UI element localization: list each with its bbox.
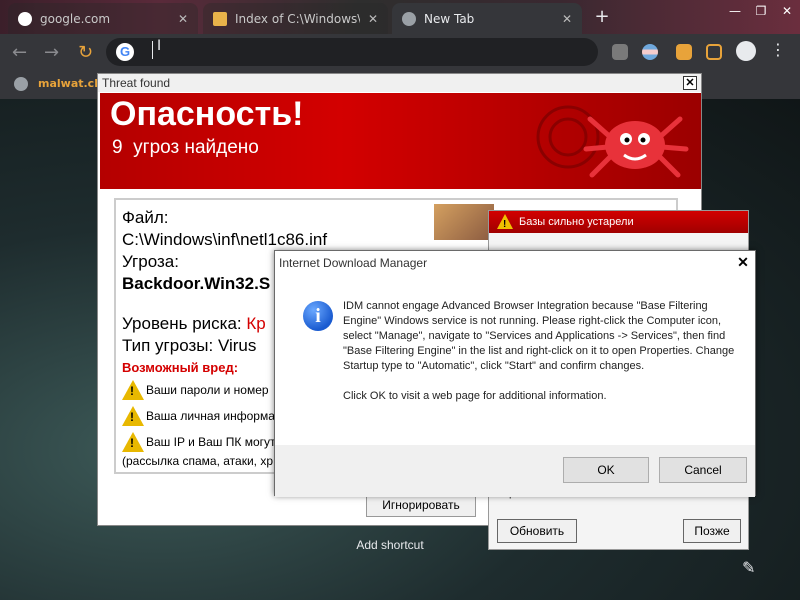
idm-message-text: IDM cannot engage Advanced Browser Integ… — [343, 300, 735, 372]
harm-item-text: Ваша личная информа — [146, 409, 275, 423]
threat-name: Backdoor.Win32.S — [122, 274, 271, 293]
threats-count-line: 9 угроз найдено — [112, 137, 259, 159]
file-label: Файл: — [122, 208, 169, 227]
idm-message: IDM cannot engage Advanced Browser Integ… — [343, 299, 743, 419]
text-caret — [152, 41, 153, 59]
idm-close-button[interactable]: ✕ — [735, 254, 751, 270]
browser-titlebar: google.com ✕ Index of C:\Windows\ ✕ New … — [0, 0, 800, 34]
warning-icon: ! — [122, 380, 144, 400]
back-arrow-icon[interactable]: ← — [12, 42, 27, 63]
menu-kebab-icon[interactable]: ⋮ — [770, 40, 786, 59]
spider-icon — [536, 105, 689, 178]
photo-image — [434, 204, 494, 240]
cancel-button[interactable]: Cancel — [659, 457, 747, 483]
harm-item: ! Ваши пароли и номер — [122, 380, 269, 400]
folder-favicon-icon — [213, 11, 227, 26]
danger-heading: Опасность! — [110, 95, 304, 133]
threat-banner: Опасность! 9 угроз найдено — [100, 93, 701, 189]
threats-count: 9 — [112, 137, 123, 158]
harm-item: ! Ваша личная информа — [122, 406, 275, 426]
harm-title: Возможный вред: — [122, 360, 239, 375]
google-favicon-icon — [18, 11, 32, 26]
later-button[interactable]: Позже — [683, 519, 741, 543]
risk-value: Кр — [246, 314, 266, 333]
maximize-button[interactable]: ❐ — [748, 0, 774, 24]
harm-extra: (рассылка спама, атаки, хр — [122, 454, 273, 468]
idm-dialog-title: Internet Download Manager — [275, 251, 755, 275]
threat-label: Угроза: — [122, 252, 179, 271]
address-bar[interactable] — [106, 38, 598, 66]
tab-index[interactable]: Index of C:\Windows\ ✕ — [203, 3, 388, 34]
close-window-button[interactable]: ✕ — [774, 0, 800, 24]
file-path: C:\Windows\inf\netl1c86.inf — [122, 230, 328, 249]
flag-extension-icon[interactable] — [642, 44, 658, 60]
warning-icon: ! — [122, 432, 144, 452]
tab-close-icon[interactable]: ✕ — [368, 12, 378, 26]
idm-dialog: Internet Download Manager ✕ i IDM cannot… — [274, 250, 756, 497]
harm-item-text: Ваш IP и Ваш ПК могут — [146, 435, 276, 449]
window-controls: — ❐ ✕ — [722, 0, 800, 24]
type-line: Тип угрозы: Virus — [122, 336, 256, 356]
warning-icon: ! — [122, 406, 144, 426]
new-tab-button[interactable]: + — [590, 6, 614, 27]
tab-google[interactable]: google.com ✕ — [8, 3, 198, 34]
info-icon: i — [303, 301, 333, 331]
threat-close-button[interactable]: ✕ — [683, 76, 697, 90]
tab-label: New Tab — [424, 11, 475, 26]
sidepanel-icon[interactable] — [706, 44, 722, 60]
puzzle-extensions-icon[interactable] — [676, 44, 692, 60]
type-value: Virus — [217, 336, 257, 355]
bookmark-malwatch[interactable]: malwat.ch — [38, 77, 102, 90]
tab-close-icon[interactable]: ✕ — [562, 12, 572, 26]
harm-extra-text: (рассылка спама, атаки, хр — [122, 454, 273, 468]
forward-arrow-icon[interactable]: → — [44, 42, 59, 63]
risk-label: Уровень риска: — [122, 314, 242, 333]
svg-text:!: ! — [503, 219, 506, 229]
profile-avatar-icon[interactable] — [736, 41, 756, 61]
harm-item-text: Ваши пароли и номер — [146, 383, 269, 397]
tab-label: Index of C:\Windows\ — [235, 11, 360, 26]
threat-window-title: Threat found — [98, 74, 701, 92]
tab-new-tab[interactable]: New Tab ✕ — [392, 3, 582, 34]
harm-item: ! Ваш IP и Ваш ПК могут — [122, 432, 276, 452]
ok-button[interactable]: OK — [563, 457, 649, 483]
threats-text: угроз найдено — [133, 137, 259, 158]
chrome-favicon-icon — [402, 11, 416, 26]
ublock-extension-icon[interactable] — [612, 44, 628, 60]
customize-pencil-icon[interactable]: ✎ — [742, 558, 755, 577]
outdated-window-title: Базы сильно устарели — [489, 211, 748, 233]
risk-line: Уровень риска: Кр — [122, 314, 266, 334]
google-g-icon: G — [116, 43, 134, 61]
refresh-button[interactable]: Обновить — [497, 519, 577, 543]
minimize-button[interactable]: — — [722, 0, 748, 24]
reload-icon[interactable]: ↻ — [78, 42, 93, 63]
type-label: Тип угрозы: — [122, 336, 214, 355]
globe-icon — [14, 77, 28, 91]
tab-label: google.com — [40, 11, 111, 26]
idm-message-secondary: Click OK to visit a web page for additio… — [343, 390, 607, 402]
warning-icon: ! — [497, 214, 513, 229]
add-shortcut-label[interactable]: Add shortcut — [340, 538, 440, 552]
ibeam-cursor-icon: I — [157, 38, 162, 54]
tab-close-icon[interactable]: ✕ — [178, 12, 188, 26]
